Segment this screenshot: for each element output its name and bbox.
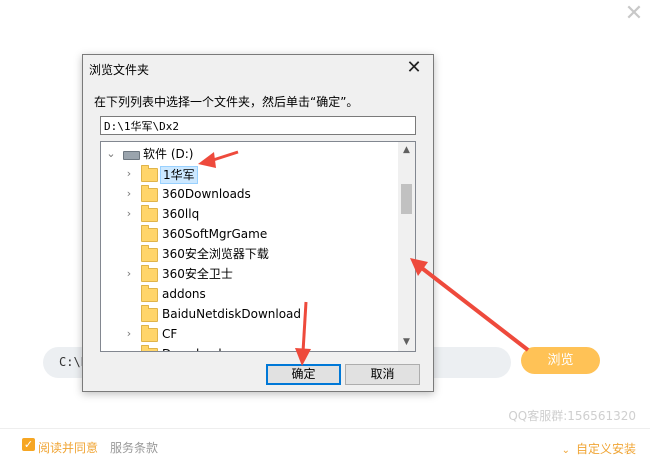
tree-row-label: 360安全浏览器下载	[162, 247, 269, 261]
scroll-down-icon[interactable]: ▼	[398, 334, 415, 351]
cancel-button[interactable]: 取消	[345, 364, 420, 385]
tree-row-label: addons	[162, 287, 206, 301]
tree-row-drive[interactable]: ⌄ 软件 (D:)	[101, 144, 397, 164]
folder-icon	[141, 345, 158, 351]
scroll-up-icon[interactable]: ▲	[398, 142, 415, 159]
tree-row-label: BaiduNetdiskDownload	[162, 307, 302, 321]
terms-link[interactable]: 服务条款	[110, 439, 158, 456]
custom-install-toggle[interactable]: ⌄ 自定义安装	[562, 440, 636, 457]
tree-row-label: 1华军	[160, 166, 198, 184]
tree-row-label: 360Downloads	[162, 187, 251, 201]
folder-icon	[141, 225, 158, 242]
expand-chevron-icon[interactable]: ›	[123, 324, 135, 344]
selected-path-field[interactable]: D:\1华军\Dx2	[100, 116, 416, 135]
tree-scrollbar[interactable]: ▲ ▼	[398, 142, 415, 351]
installer-close-icon[interactable]: ✕	[624, 3, 644, 25]
dialog-title: 浏览文件夹	[89, 63, 150, 77]
tree-row[interactable]: › 360Downloads	[101, 184, 397, 204]
tree-row-label: 360安全卫士	[162, 267, 233, 281]
scroll-thumb[interactable]	[401, 184, 412, 214]
folder-icon	[141, 325, 158, 342]
dialog-close-icon[interactable]: ✕	[403, 57, 425, 79]
tree-row[interactable]: 360SoftMgrGame	[101, 224, 397, 244]
folder-icon	[141, 165, 158, 182]
custom-install-label: 自定义安装	[575, 442, 636, 456]
expand-chevron-icon[interactable]: ›	[123, 264, 135, 284]
dialog-prompt: 在下列列表中选择一个文件夹，然后单击“确定”。	[94, 95, 359, 109]
qq-group-text: QQ客服群:156561320	[508, 409, 636, 423]
agree-checkbox[interactable]: ✓	[22, 438, 35, 451]
folder-icon	[141, 245, 158, 262]
tree-row[interactable]: BaiduNetdiskDownload	[101, 304, 397, 324]
drive-label: 软件 (D:)	[143, 147, 194, 161]
ok-button[interactable]: 确定	[266, 364, 341, 385]
selected-path-text: D:\1华军\Dx2	[104, 120, 179, 133]
tree-row[interactable]: › CF	[101, 324, 397, 344]
tree-row-label: Downloads	[162, 344, 228, 351]
folder-icon	[141, 305, 158, 322]
browse-button[interactable]: 浏览	[521, 347, 600, 374]
tree-row[interactable]: Downloads	[101, 344, 397, 351]
agree-label: 阅读并同意	[38, 441, 99, 455]
chevron-down-icon: ⌄	[561, 445, 570, 456]
tree-row-label: CF	[162, 327, 178, 341]
tree-row-label: 360SoftMgrGame	[162, 227, 268, 241]
expand-chevron-icon[interactable]: ›	[123, 204, 135, 224]
tree-row[interactable]: › 360llq	[101, 204, 397, 224]
folder-tree[interactable]: ⌄ 软件 (D:) › 1华军 › 360Downloads › 360llq …	[100, 141, 416, 352]
folder-icon	[141, 185, 158, 202]
folder-icon	[141, 205, 158, 222]
tree-row[interactable]: › 360安全卫士	[101, 264, 397, 284]
collapse-chevron-icon[interactable]: ⌄	[105, 144, 117, 164]
expand-chevron-icon[interactable]: ›	[123, 184, 135, 204]
tree-row[interactable]: › 1华军	[101, 164, 397, 184]
folder-icon	[141, 285, 158, 302]
tree-row-label: 360llq	[162, 207, 200, 221]
browse-folder-dialog: 浏览文件夹 ✕ 在下列列表中选择一个文件夹，然后单击“确定”。 D:\1华军\D…	[82, 54, 434, 392]
tree-row[interactable]: 360安全浏览器下载	[101, 244, 397, 264]
folder-icon	[141, 265, 158, 282]
drive-icon	[123, 151, 140, 160]
tree-row[interactable]: addons	[101, 284, 397, 304]
expand-chevron-icon[interactable]: ›	[123, 164, 135, 184]
